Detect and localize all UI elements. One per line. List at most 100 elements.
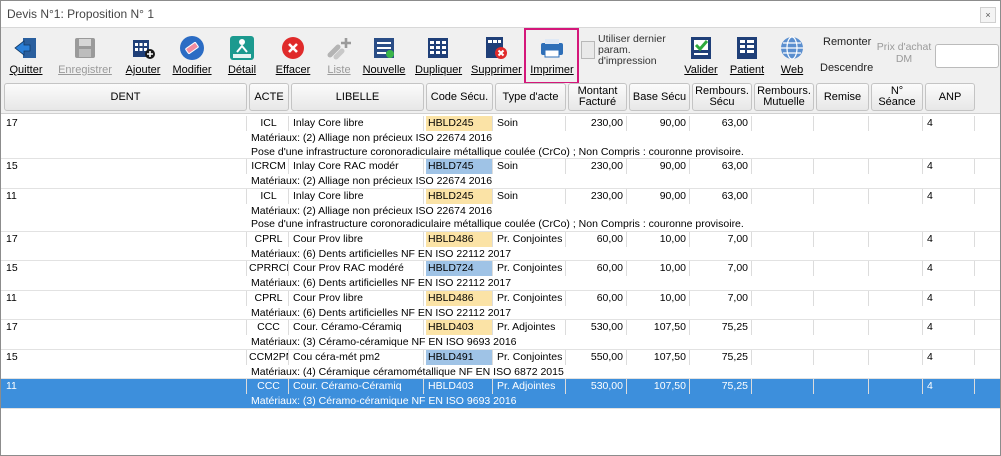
cell-remb: 63,00 [692, 188, 752, 204]
cell-code: HBLD486 [426, 231, 493, 247]
cpam-icon [229, 35, 255, 61]
table-row[interactable]: 15 ICRCM Inlay Core RAC modér HBLD745 Soin 23… [1, 159, 1000, 189]
row-detail-line: Matériaux: (6) Dents artificielles NF EN… [251, 306, 512, 319]
print-option-checkbox[interactable] [581, 41, 595, 59]
cell-dent: 17 [4, 320, 247, 335]
table-row[interactable]: 15CPRRCMCour Prov RAC modéréHBLD724Pr. C… [1, 261, 1000, 291]
table-row[interactable]: 15CCM2PMCou céra-mét pm2HBLD491Pr. Conjo… [1, 349, 1000, 380]
column-header-anp[interactable]: ANP [925, 83, 975, 111]
save-icon [72, 35, 98, 61]
dupliquer-label: Dupliquer [415, 64, 463, 76]
supprimer-button[interactable]: Supprimer [471, 35, 522, 76]
prix-achat-input[interactable] [935, 44, 999, 68]
row-detail-line: Matériaux: (2) Alliage non précieux ISO … [251, 204, 493, 217]
cell-mut [754, 159, 814, 174]
row-detail-line: Matériaux: (2) Alliage non précieux ISO … [251, 175, 493, 187]
exit-icon [13, 35, 39, 61]
nouvelle-button[interactable]: Nouvelle [361, 35, 407, 76]
cell-type: Pr. Conjointes [495, 349, 566, 365]
cell-base: 90,00 [629, 116, 690, 131]
enregistrer-button[interactable]: Enregistrer [57, 35, 113, 76]
row-detail-line: Matériaux: (6) Dents artificielles NF EN… [251, 247, 512, 260]
cell-libelle: Cou céra-mét pm2 [291, 349, 424, 365]
web-button[interactable]: Web [775, 35, 809, 76]
column-header-remise[interactable]: Remise [816, 83, 869, 111]
cell-libelle: Cour Prov RAC modéré [291, 261, 424, 276]
table-row[interactable]: 11 CPRL Cour Prov libre HBLD486 Pr. Conjoint… [1, 290, 1000, 321]
cell-libelle: Inlay Core libre [291, 188, 424, 204]
quitter-button[interactable]: Quitter [7, 35, 45, 76]
cell-remb: 7,00 [692, 261, 752, 276]
column-header-base[interactable]: Base Sécu [629, 83, 690, 111]
cell-montant: 550,00 [568, 349, 627, 365]
cell-remise [816, 231, 869, 247]
cell-type: Soin [495, 188, 566, 204]
quitter-label: Quitter [9, 64, 43, 76]
valider-button[interactable]: Valider [681, 35, 721, 76]
cell-seance [871, 159, 923, 174]
cell-mut [754, 188, 814, 204]
table-row[interactable]: 11 CCC Cour. Céramo-Céramiq HBLD403 Pr. Adjo… [1, 379, 1000, 409]
acts-table: 17 ICL Inlay Core libre HBLD245 Soin 230,00 90… [1, 116, 1000, 432]
column-header-acte[interactable]: ACTE [249, 83, 289, 111]
cell-remb: 63,00 [692, 116, 752, 131]
cell-code: HBLD403 [426, 320, 493, 335]
column-header-remb[interactable]: Rembours. Sécu [692, 83, 752, 111]
cell-type: Pr. Conjointes [495, 290, 566, 306]
detail-button[interactable]: Détail [223, 35, 261, 76]
row-detail-line: Matériaux: (3) Céramo-céramique NF EN IS… [251, 395, 517, 407]
row-separator [1, 407, 1000, 409]
table-footer-area [1, 431, 1000, 455]
cell-acte: CPRL [249, 231, 289, 247]
liste-button[interactable]: Liste [321, 35, 357, 76]
detail-label: Détail [227, 64, 257, 76]
dupliquer-button[interactable]: Dupliquer [415, 35, 463, 76]
remonter-button[interactable]: Remonter [823, 36, 871, 48]
cell-seance [871, 379, 923, 394]
cell-type: Pr. Conjointes [495, 231, 566, 247]
column-header-type[interactable]: Type d'acte [495, 83, 566, 111]
column-header-mut[interactable]: Rembours. Mutuelle [754, 83, 814, 111]
cell-remb: 7,00 [692, 231, 752, 247]
ajouter-button[interactable]: Ajouter [123, 35, 163, 76]
delete-document-icon [483, 35, 509, 61]
table-row[interactable]: 17 CPRL Cour Prov libre HBLD486 Pr. Conjoint… [1, 231, 1000, 262]
cell-remise [816, 379, 869, 394]
descendre-button[interactable]: Descendre [820, 62, 873, 74]
table-row[interactable]: 11 ICL Inlay Core libre HBLD245 Soin 230,00 90… [1, 188, 1000, 232]
cell-remise [816, 290, 869, 306]
prix-achat-line: Prix d'achat [876, 41, 932, 53]
globe-icon [779, 35, 805, 61]
delete-circle-icon [280, 35, 306, 61]
cell-base: 107,50 [629, 379, 690, 394]
close-icon[interactable]: × [980, 7, 996, 23]
table-row[interactable]: 17 ICL Inlay Core libre HBLD245 Soin 230,00 90… [1, 116, 1000, 159]
table-row[interactable]: 17 CCC Cour. Céramo-Céramiq HBLD403 Pr. Adjo… [1, 320, 1000, 350]
cell-remise [816, 159, 869, 174]
cell-montant: 60,00 [568, 261, 627, 276]
cell-anp: 4 [925, 349, 975, 365]
cell-acte: ICL [249, 188, 289, 204]
column-header-seance[interactable]: N° Séance [871, 83, 923, 111]
cell-anp: 4 [925, 290, 975, 306]
patient-button[interactable]: Patient [727, 35, 767, 76]
modifier-button[interactable]: Modifier [171, 35, 213, 76]
effacer-button[interactable]: Effacer [273, 35, 313, 76]
cell-remise [816, 116, 869, 131]
column-header-montant[interactable]: Montant Facturé [568, 83, 627, 111]
column-header-code[interactable]: Code Sécu. [426, 83, 493, 111]
cell-acte: CCC [249, 320, 289, 335]
column-header-libelle[interactable]: LIBELLE [291, 83, 424, 111]
effacer-label: Effacer [275, 64, 311, 76]
cell-mut [754, 116, 814, 131]
cell-anp: 4 [925, 379, 975, 394]
cell-libelle: Inlay Core RAC modér [291, 159, 424, 174]
cell-remb: 75,25 [692, 349, 752, 365]
duplicate-icon [425, 35, 451, 61]
cell-code: HBLD745 [426, 159, 493, 174]
new-document-icon [371, 35, 397, 61]
column-header-dent[interactable]: DENT [4, 83, 247, 111]
cell-code: HBLD403 [426, 379, 493, 394]
cell-mut [754, 349, 814, 365]
prix-achat-line: DM [895, 53, 913, 65]
